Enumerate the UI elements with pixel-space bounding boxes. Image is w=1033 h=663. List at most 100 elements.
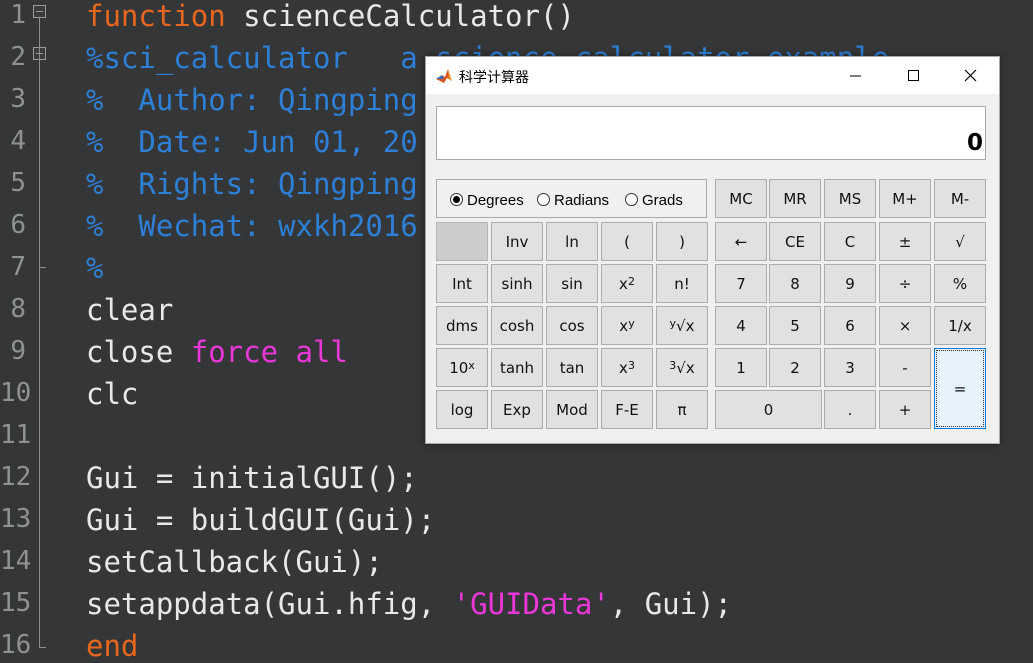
key-√[interactable]: √ xyxy=(934,222,986,261)
key-Int[interactable]: Int xyxy=(436,264,488,303)
memory-key-M-[interactable]: M- xyxy=(934,179,986,218)
equals-button[interactable]: = xyxy=(934,348,986,429)
key-tan[interactable]: tan xyxy=(546,348,598,387)
key-CE[interactable]: CE xyxy=(769,222,821,261)
maximize-icon xyxy=(908,70,919,81)
minimize-icon xyxy=(850,75,861,77)
key-y√x[interactable]: y √x xyxy=(656,306,708,345)
key-log[interactable]: log xyxy=(436,390,488,429)
comment-token: % Rights: Qingping xyxy=(86,167,418,201)
key-tanh[interactable]: tanh xyxy=(491,348,543,387)
radio-unselected-icon xyxy=(625,193,638,206)
code-line[interactable]: setappdata(Gui.hfig, 'GUIData', Gui); xyxy=(86,587,732,621)
maximize-button[interactable] xyxy=(884,57,942,94)
key-±[interactable]: ± xyxy=(879,222,931,261)
line-number: 15 xyxy=(0,588,32,618)
key-9[interactable]: 9 xyxy=(824,264,876,303)
code-line[interactable]: Gui = initialGUI(); xyxy=(86,461,418,495)
code-line[interactable]: Gui = buildGUI(Gui); xyxy=(86,503,435,537)
memory-key-MS[interactable]: MS xyxy=(824,179,876,218)
fold-guide-end xyxy=(39,267,46,268)
key-%[interactable]: % xyxy=(934,264,986,303)
key-5[interactable]: 5 xyxy=(769,306,821,345)
key-1[interactable]: 1 xyxy=(715,348,767,387)
title-bar[interactable]: 科学计算器 xyxy=(426,57,999,94)
code-line[interactable]: end xyxy=(86,629,138,663)
minimize-button[interactable] xyxy=(826,57,884,94)
line-number: 6 xyxy=(10,210,26,240)
key-dms[interactable]: dms xyxy=(436,306,488,345)
code-line[interactable]: clear xyxy=(86,293,173,327)
code-line[interactable]: % Date: Jun 01, 20 xyxy=(86,125,418,159)
result-display: 0 xyxy=(436,106,986,160)
close-button[interactable] xyxy=(941,57,999,94)
line-number: 16 xyxy=(0,630,32,660)
line-number: 4 xyxy=(10,126,26,156)
key-n![interactable]: n! xyxy=(656,264,708,303)
line-number: 1 xyxy=(10,0,26,30)
angle-unit-group: Degrees Radians Grads xyxy=(436,179,707,218)
key-3[interactable]: 3 xyxy=(824,348,876,387)
key-x^2[interactable]: x2 xyxy=(601,264,653,303)
code-line[interactable]: close force all xyxy=(86,335,348,369)
display-value: 0 xyxy=(966,130,983,156)
code-line[interactable]: clc xyxy=(86,377,138,411)
memory-key-MC[interactable]: MC xyxy=(715,179,767,218)
key-10^x[interactable]: 10 x xyxy=(436,348,488,387)
radio-grads[interactable]: Grads xyxy=(625,192,700,212)
key-4[interactable]: 4 xyxy=(715,306,767,345)
code-token: Gui = initialGUI(); xyxy=(86,461,418,495)
key-Inv[interactable]: Inv xyxy=(491,222,543,261)
key-x^3[interactable]: x3 xyxy=(601,348,653,387)
key-cos[interactable]: cos xyxy=(546,306,598,345)
key-×[interactable]: × xyxy=(879,306,931,345)
key-([interactable]: ( xyxy=(601,222,653,261)
key-÷[interactable]: ÷ xyxy=(879,264,931,303)
keyword-token: end xyxy=(86,629,139,663)
code-line[interactable]: % Rights: Qingping xyxy=(86,167,418,201)
key-1/x[interactable]: 1/x xyxy=(934,306,986,345)
code-line[interactable]: function scienceCalculator() xyxy=(86,0,575,33)
key-cosh[interactable]: cosh xyxy=(491,306,543,345)
code-token: setCallback(Gui); xyxy=(86,545,383,579)
code-token: setappdata(Gui.hfig, xyxy=(86,587,453,621)
calculator-window[interactable]: 科学计算器 0 Degrees Radians Grads Inv ln() Int… xyxy=(425,56,1000,444)
key-)[interactable]: ) xyxy=(656,222,708,261)
line-number: 7 xyxy=(10,252,26,282)
blank-key[interactable] xyxy=(436,222,488,261)
key-x^y[interactable]: xy xyxy=(601,306,653,345)
key-C[interactable]: C xyxy=(824,222,876,261)
key-dot[interactable]: . xyxy=(824,390,876,429)
key-←[interactable]: ← xyxy=(715,222,767,261)
code-token: close xyxy=(86,335,191,369)
code-line[interactable]: % xyxy=(86,251,103,285)
key-sin[interactable]: sin xyxy=(546,264,598,303)
radio-degrees[interactable]: Degrees xyxy=(450,192,545,212)
window-title: 科学计算器 xyxy=(459,69,529,85)
key-0[interactable]: 0 xyxy=(715,390,822,429)
line-number: 10 xyxy=(0,378,32,408)
key-Mod[interactable]: Mod xyxy=(546,390,598,429)
key-8[interactable]: 8 xyxy=(769,264,821,303)
radio-radians[interactable]: Radians xyxy=(537,192,622,212)
code-line[interactable]: % Wechat: wxkh2016 xyxy=(86,209,418,243)
key-π[interactable]: π xyxy=(656,390,708,429)
key-F-E[interactable]: F-E xyxy=(601,390,653,429)
key-plus[interactable]: + xyxy=(879,390,931,429)
key-Exp[interactable]: Exp xyxy=(491,390,543,429)
code-line[interactable]: % Author: Qingping xyxy=(86,83,418,117)
key-sinh[interactable]: sinh xyxy=(491,264,543,303)
memory-key-MR[interactable]: MR xyxy=(769,179,821,218)
code-token: clc xyxy=(86,377,139,411)
code-line[interactable]: setCallback(Gui); xyxy=(86,545,383,579)
fold-guide-end xyxy=(39,647,46,648)
key-7[interactable]: 7 xyxy=(715,264,767,303)
key-3√x[interactable]: 3 √x xyxy=(656,348,708,387)
key-6[interactable]: 6 xyxy=(824,306,876,345)
fold-toggle-icon[interactable] xyxy=(33,5,46,18)
key-ln[interactable]: ln xyxy=(546,222,598,261)
fold-guide xyxy=(39,18,40,648)
memory-key-M+[interactable]: M+ xyxy=(879,179,931,218)
key-2[interactable]: 2 xyxy=(769,348,821,387)
key--[interactable]: - xyxy=(879,348,931,387)
